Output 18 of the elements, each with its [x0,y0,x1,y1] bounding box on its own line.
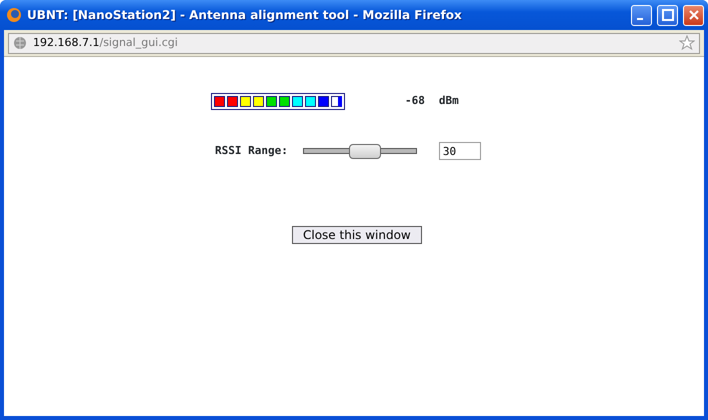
bookmark-star-icon[interactable] [679,35,695,51]
maximize-button[interactable] [657,4,678,26]
minimize-button[interactable] [631,4,652,26]
rssi-slider[interactable] [302,142,417,160]
close-window-button[interactable]: Close this window [292,226,422,244]
address-field[interactable]: 192.168.7.1/signal_gui.cgi [8,32,700,54]
signal-value: -68 [405,93,425,110]
slider-thumb[interactable] [349,144,382,159]
window-title: UBNT: [NanoStation2] - Antenna alignment tool - Mozilla Firefox [27,7,463,24]
maximize-icon [662,9,674,21]
signal-unit: dBm [438,93,459,110]
globe-icon [13,36,27,50]
rssi-range-label: RSSI Range: [215,142,288,159]
browser-logo-icon [6,7,22,23]
minimize-icon [636,18,642,20]
close-icon [688,9,700,21]
close-button[interactable] [683,4,704,26]
rssi-range-field[interactable]: 30 [438,142,481,160]
